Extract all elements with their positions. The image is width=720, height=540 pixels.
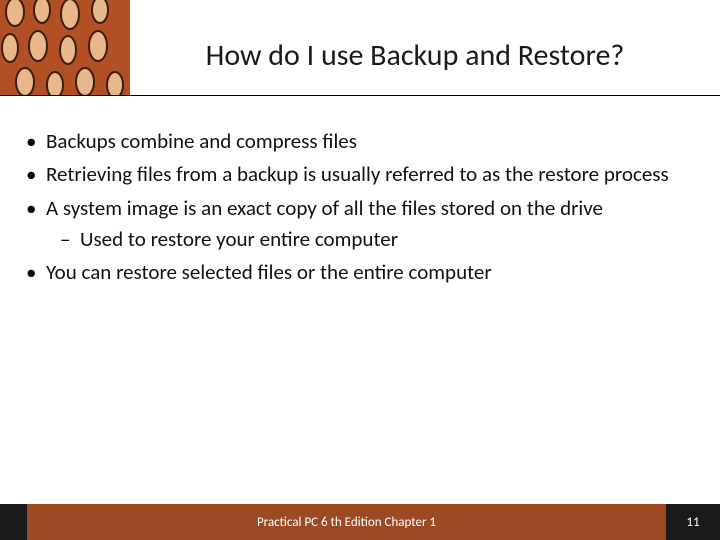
content-area: Backups combine and compress files Retri… bbox=[20, 128, 690, 292]
bullet-text: A system image is an exact copy of all t… bbox=[46, 195, 603, 221]
footer-accent-left bbox=[0, 504, 27, 540]
horizontal-divider bbox=[0, 95, 720, 96]
bullet-list: Backups combine and compress files Retri… bbox=[20, 128, 690, 286]
list-item: Backups combine and compress files bbox=[20, 128, 690, 155]
page-number: 11 bbox=[686, 515, 699, 530]
footer-center: Practical PC 6 th Edition Chapter 1 bbox=[27, 504, 666, 540]
texture-pattern-icon bbox=[0, 0, 130, 95]
decorative-corner-image bbox=[0, 0, 130, 95]
footer-text: Practical PC 6 th Edition Chapter 1 bbox=[257, 515, 436, 530]
list-item: Used to restore your entire computer bbox=[46, 226, 690, 253]
slide-title: How do I use Backup and Restore? bbox=[206, 37, 625, 74]
list-item: Retrieving files from a backup is usuall… bbox=[20, 161, 690, 188]
footer-bar: Practical PC 6 th Edition Chapter 1 11 bbox=[0, 504, 720, 540]
bullet-text: You can restore selected files or the en… bbox=[46, 259, 492, 285]
bullet-text: Backups combine and compress files bbox=[46, 128, 357, 154]
list-item: A system image is an exact copy of all t… bbox=[20, 195, 690, 254]
title-area: How do I use Backup and Restore? bbox=[130, 18, 700, 93]
sub-bullet-list: Used to restore your entire computer bbox=[46, 226, 690, 253]
bullet-text: Retrieving files from a backup is usuall… bbox=[46, 161, 669, 187]
footer-page-box: 11 bbox=[666, 504, 720, 540]
sub-bullet-text: Used to restore your entire computer bbox=[80, 226, 398, 252]
slide: How do I use Backup and Restore? Backups… bbox=[0, 0, 720, 540]
list-item: You can restore selected files or the en… bbox=[20, 259, 690, 286]
